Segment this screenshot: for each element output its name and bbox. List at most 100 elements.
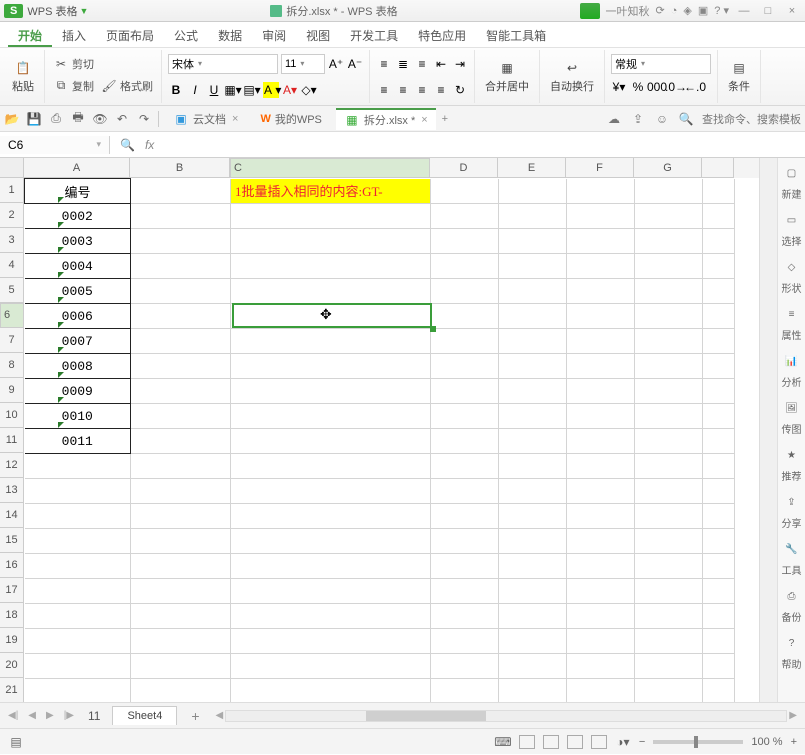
col-header-D[interactable]: D xyxy=(430,158,498,178)
cell[interactable] xyxy=(431,629,499,654)
cell[interactable] xyxy=(231,379,431,404)
decrease-font-icon[interactable]: A⁻ xyxy=(347,56,363,72)
menu-formula[interactable]: 公式 xyxy=(164,22,208,47)
search-icon[interactable]: 🔍 xyxy=(678,111,694,127)
cell[interactable] xyxy=(131,454,231,479)
row-header[interactable]: 6 xyxy=(0,303,24,328)
cell[interactable] xyxy=(499,404,567,429)
col-header-G[interactable]: G xyxy=(634,158,702,178)
sheet-nav-last[interactable]: |▶ xyxy=(62,710,76,721)
name-box-dd-icon[interactable]: ▾ xyxy=(96,139,101,150)
cell[interactable]: 0008 xyxy=(25,354,131,379)
cell[interactable] xyxy=(431,454,499,479)
cell[interactable] xyxy=(131,479,231,504)
input-mode-icon[interactable]: ⌨ xyxy=(495,734,511,750)
row-header[interactable]: 15 xyxy=(0,528,24,553)
font-name-select[interactable]: 宋体▾ xyxy=(168,54,278,74)
cell[interactable] xyxy=(231,279,431,304)
cell[interactable] xyxy=(131,354,231,379)
status-menu-icon[interactable]: ▤ xyxy=(8,734,24,750)
menu-insert[interactable]: 插入 xyxy=(52,22,96,47)
cell[interactable] xyxy=(431,254,499,279)
cell[interactable] xyxy=(567,579,635,604)
cell[interactable] xyxy=(567,304,635,329)
cell[interactable] xyxy=(499,579,567,604)
cell[interactable] xyxy=(703,604,735,629)
border-button[interactable]: ▦▾ xyxy=(225,82,241,98)
cell[interactable] xyxy=(25,554,131,579)
cell[interactable] xyxy=(231,579,431,604)
cell[interactable] xyxy=(567,354,635,379)
close-tab-icon[interactable]: × xyxy=(421,114,427,126)
cell[interactable] xyxy=(25,504,131,529)
redo-icon[interactable]: ↷ xyxy=(136,111,152,127)
currency-icon[interactable]: ¥▾ xyxy=(611,79,627,95)
print-icon[interactable]: 🖶 xyxy=(70,111,86,127)
cell[interactable]: 0004 xyxy=(25,254,131,279)
row-header[interactable]: 7 xyxy=(0,328,24,353)
row-header[interactable]: 5 xyxy=(0,278,24,303)
col-header-C[interactable]: C xyxy=(230,158,430,178)
cell[interactable] xyxy=(131,579,231,604)
vertical-scrollbar[interactable] xyxy=(759,158,777,702)
cell[interactable] xyxy=(131,529,231,554)
guide-icon[interactable]: ◑▾ xyxy=(615,734,631,750)
cell[interactable] xyxy=(567,329,635,354)
cell[interactable] xyxy=(635,304,703,329)
cell[interactable] xyxy=(635,504,703,529)
cell[interactable]: 0005 xyxy=(25,279,131,304)
cell[interactable] xyxy=(635,354,703,379)
maximize-button[interactable]: □ xyxy=(759,5,777,17)
cell[interactable] xyxy=(231,454,431,479)
saveas-icon[interactable]: ⎙ xyxy=(48,111,64,127)
view-reader-icon[interactable] xyxy=(591,735,607,749)
cell[interactable] xyxy=(499,529,567,554)
cell[interactable] xyxy=(499,554,567,579)
cell[interactable] xyxy=(431,329,499,354)
fill-color-button[interactable]: A ▾ xyxy=(263,82,279,98)
col-header-A[interactable]: A xyxy=(24,158,130,178)
font-size-select[interactable]: 11▾ xyxy=(281,54,325,74)
col-header-E[interactable]: E xyxy=(498,158,566,178)
cell[interactable] xyxy=(231,429,431,454)
cell[interactable] xyxy=(703,354,735,379)
cell[interactable] xyxy=(703,479,735,504)
right-panel-形状[interactable]: ◇形状 xyxy=(782,262,802,295)
menu-toolbox[interactable]: 智能工具箱 xyxy=(476,22,556,47)
cell[interactable] xyxy=(25,579,131,604)
cell[interactable] xyxy=(635,679,703,703)
zoom-level[interactable]: 100 % xyxy=(751,736,782,748)
cell[interactable] xyxy=(567,279,635,304)
cell[interactable] xyxy=(499,279,567,304)
cell[interactable] xyxy=(635,529,703,554)
app3-icon[interactable]: ▣ xyxy=(698,4,708,17)
cell[interactable] xyxy=(703,454,735,479)
number-format-select[interactable]: 常规▾ xyxy=(611,54,711,74)
cell[interactable] xyxy=(131,679,231,703)
cell[interactable] xyxy=(231,629,431,654)
cell[interactable] xyxy=(635,204,703,229)
align-top-icon[interactable]: ≡ xyxy=(376,56,392,72)
cell[interactable] xyxy=(431,479,499,504)
cell[interactable]: 0002 xyxy=(25,204,131,229)
fx-button[interactable]: fx xyxy=(145,138,154,152)
cell[interactable] xyxy=(635,229,703,254)
cell[interactable] xyxy=(231,479,431,504)
close-tab-icon[interactable]: × xyxy=(232,113,238,125)
horizontal-scrollbar[interactable]: ◀ ▶ xyxy=(214,709,799,723)
cell[interactable] xyxy=(703,304,735,329)
cell[interactable] xyxy=(703,229,735,254)
cell[interactable] xyxy=(703,179,735,204)
row-header[interactable]: 19 xyxy=(0,628,24,653)
cell[interactable] xyxy=(567,654,635,679)
cell[interactable] xyxy=(567,204,635,229)
row-header[interactable]: 14 xyxy=(0,503,24,528)
right-panel-选择[interactable]: ▭选择 xyxy=(782,215,802,248)
align-bot-icon[interactable]: ≡ xyxy=(414,56,430,72)
cell[interactable] xyxy=(703,679,735,703)
row-header[interactable]: 4 xyxy=(0,253,24,278)
cell[interactable] xyxy=(431,279,499,304)
row-header[interactable]: 17 xyxy=(0,578,24,603)
cell[interactable] xyxy=(25,479,131,504)
align-mid-icon[interactable]: ≣ xyxy=(395,56,411,72)
